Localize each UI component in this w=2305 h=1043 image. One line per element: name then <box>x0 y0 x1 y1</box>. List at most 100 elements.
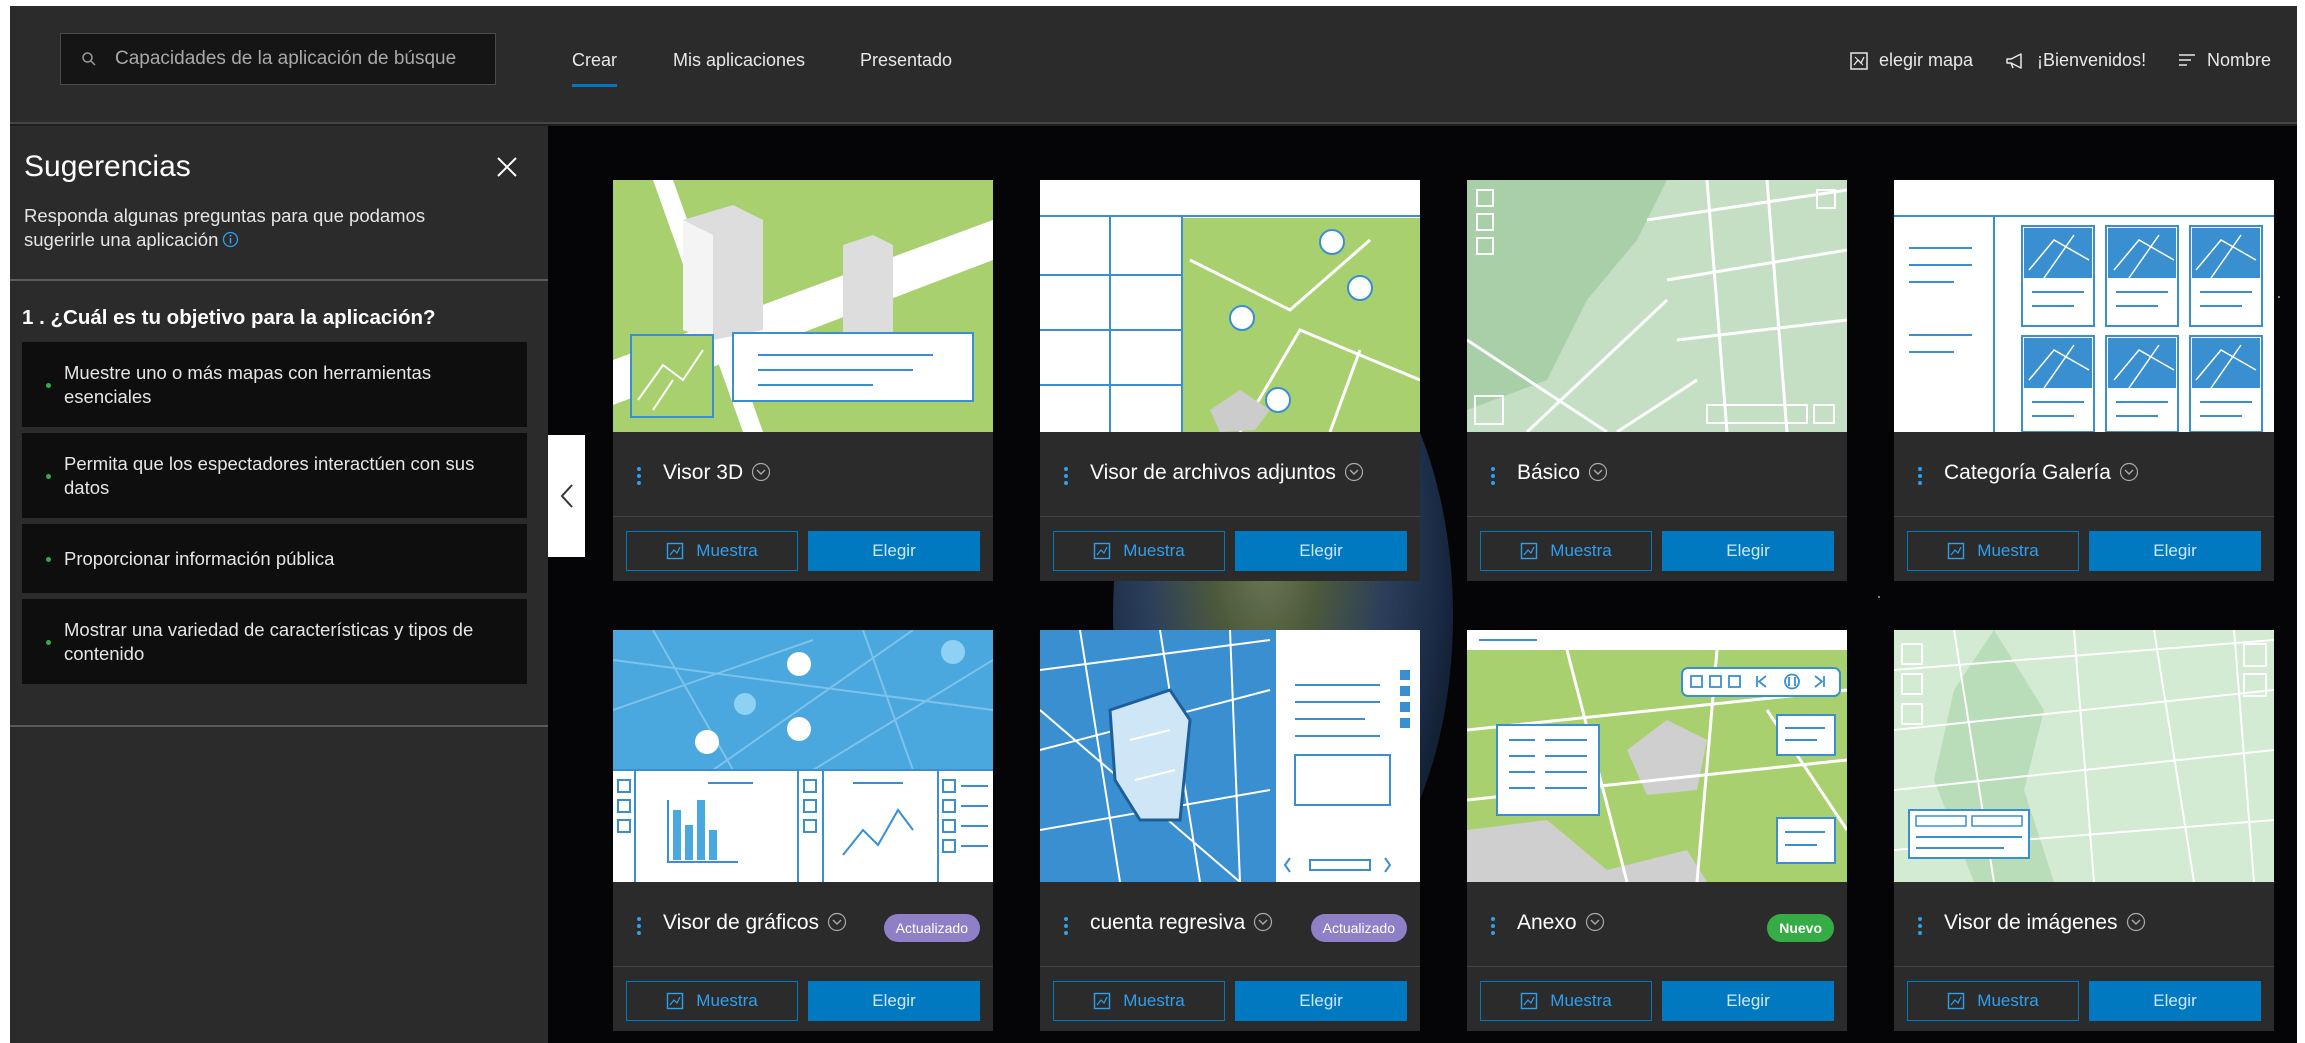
card-info: Anexo Nuevo <box>1467 882 1847 967</box>
choose-button[interactable]: Elegir <box>2089 531 2261 571</box>
map-icon <box>1521 542 1538 560</box>
app-card-visor-graficos: Visor de gráficos Actualizado Muestra El… <box>613 630 993 1031</box>
chevron-down-icon[interactable] <box>1585 912 1605 932</box>
card-title-text: Visor de gráficos <box>663 911 820 934</box>
tab-mis-aplicaciones[interactable]: Mis aplicaciones <box>673 50 805 71</box>
info-icon[interactable] <box>222 231 239 248</box>
card-info: Básico <box>1467 432 1847 517</box>
card-title-text: Visor de imágenes <box>1944 911 2118 934</box>
chevron-down-icon[interactable] <box>2119 462 2139 482</box>
suggestions-description: Responda algunas preguntas para que poda… <box>24 204 494 252</box>
map-icon <box>667 542 684 560</box>
card-info: Visor de gráficos Actualizado <box>613 882 993 967</box>
chevron-down-icon[interactable] <box>751 462 771 482</box>
app-card-basico: Básico Muestra Elegir <box>1467 180 1847 581</box>
answer-option[interactable]: Mostrar una variedad de características … <box>22 599 527 684</box>
app-card-cuenta-regresiva: cuenta regresiva Actualizado Muestra Ele… <box>1040 630 1420 1031</box>
card-title-text: cuenta regresiva <box>1090 911 1246 934</box>
kebab-icon[interactable] <box>1491 466 1495 486</box>
choose-button[interactable]: Elegir <box>808 531 980 571</box>
app-thumbnail <box>1467 630 1847 882</box>
answer-option-label: Muestre uno o más mapas con herramientas… <box>64 361 432 407</box>
kebab-icon[interactable] <box>1064 916 1068 936</box>
sample-button[interactable]: Muestra <box>1053 981 1225 1021</box>
bullet-icon <box>46 382 51 388</box>
map-icon <box>1948 542 1965 560</box>
choose-map-button[interactable]: elegir mapa <box>1849 50 1973 71</box>
kebab-icon[interactable] <box>1918 466 1922 486</box>
sort-button[interactable]: Nombre <box>2177 50 2271 71</box>
status-badge: Actualizado <box>1310 914 1407 942</box>
welcome-button[interactable]: ¡Bienvenidos! <box>2005 50 2146 71</box>
sample-button[interactable]: Muestra <box>1480 981 1652 1021</box>
chevron-down-icon[interactable] <box>1344 462 1364 482</box>
card-title-text: Anexo <box>1517 911 1577 934</box>
sort-label: Nombre <box>2207 50 2272 70</box>
answer-option[interactable]: Proporcionar información pública <box>22 524 527 593</box>
answer-option[interactable]: Permita que los espectadores interactúen… <box>22 433 527 518</box>
sample-button[interactable]: Muestra <box>626 531 798 571</box>
answer-option-label: Mostrar una variedad de características … <box>64 618 474 664</box>
choose-button[interactable]: Elegir <box>2089 981 2261 1021</box>
card-info: Visor de imágenes <box>1894 882 2274 967</box>
sample-button[interactable]: Muestra <box>626 981 798 1021</box>
kebab-icon[interactable] <box>1064 466 1068 486</box>
choose-button[interactable]: Elegir <box>808 981 980 1021</box>
app-card-visor-3d: Visor 3D Muestra Elegir <box>613 180 993 581</box>
chevron-down-icon[interactable] <box>1253 912 1273 932</box>
map-icon <box>1521 992 1538 1010</box>
kebab-icon[interactable] <box>637 916 641 936</box>
kebab-icon[interactable] <box>637 466 641 486</box>
map-icon <box>1850 51 1868 70</box>
sample-button[interactable]: Muestra <box>1907 531 2079 571</box>
chevron-down-icon[interactable] <box>827 912 847 932</box>
card-title-text: Categoría Galería <box>1944 461 2111 484</box>
choose-button[interactable]: Elegir <box>1235 531 1407 571</box>
search-input[interactable] <box>115 48 475 70</box>
choose-button[interactable]: Elegir <box>1235 981 1407 1021</box>
collapse-panel-button[interactable] <box>548 435 585 557</box>
answer-options: Muestre uno o más mapas con herramientas… <box>22 342 527 690</box>
app-card-visor-archivos-adjuntos: Visor de archivos adjuntos Muestra Elegi… <box>1040 180 1420 581</box>
question-heading: 1 . ¿Cuál es tu objetivo para la aplicac… <box>22 306 436 329</box>
sample-button[interactable]: Muestra <box>1907 981 2079 1021</box>
answer-option-label: Proporcionar información pública <box>64 547 335 569</box>
chevron-down-icon[interactable] <box>1588 462 1608 482</box>
card-title: Visor de archivos adjuntos <box>1090 461 1364 485</box>
header-bar: Crear Mis aplicaciones Presentado elegir… <box>10 6 2297 124</box>
app-thumbnail <box>1467 180 1847 432</box>
card-title-text: Básico <box>1517 461 1581 484</box>
sample-button-label: Muestra <box>1550 991 1612 1010</box>
search-box[interactable] <box>60 33 496 85</box>
choose-button[interactable]: Elegir <box>1662 531 1834 571</box>
answer-option-label: Permita que los espectadores interactúen… <box>64 452 475 498</box>
answer-option[interactable]: Muestre uno o más mapas con herramientas… <box>22 342 527 427</box>
sample-button-label: Muestra <box>1123 991 1185 1010</box>
card-title: Anexo <box>1517 911 1605 935</box>
map-icon <box>1094 992 1111 1010</box>
close-button[interactable] <box>496 156 518 183</box>
card-info: cuenta regresiva Actualizado <box>1040 882 1420 967</box>
sample-button-label: Muestra <box>1550 541 1612 560</box>
card-title: Básico <box>1517 461 1608 485</box>
sample-button-label: Muestra <box>696 541 758 560</box>
map-icon <box>667 992 684 1010</box>
kebab-icon[interactable] <box>1918 916 1922 936</box>
app-thumbnail <box>1040 180 1420 432</box>
card-title: Visor de gráficos <box>663 911 847 935</box>
star <box>1878 596 1880 598</box>
megaphone-icon <box>2006 52 2022 69</box>
app-thumbnail <box>1894 180 2274 432</box>
sample-button[interactable]: Muestra <box>1053 531 1225 571</box>
card-info: Visor de archivos adjuntos <box>1040 432 1420 517</box>
sample-button[interactable]: Muestra <box>1480 531 1652 571</box>
suggestions-header: Sugerencias Responda algunas preguntas p… <box>10 126 548 281</box>
tab-presentado[interactable]: Presentado <box>860 50 952 71</box>
sample-button-label: Muestra <box>1123 541 1185 560</box>
choose-button[interactable]: Elegir <box>1662 981 1834 1021</box>
sample-button-label: Muestra <box>1977 991 2039 1010</box>
kebab-icon[interactable] <box>1491 916 1495 936</box>
tab-crear[interactable]: Crear <box>572 50 618 87</box>
close-icon <box>497 157 517 177</box>
chevron-down-icon[interactable] <box>2126 912 2146 932</box>
